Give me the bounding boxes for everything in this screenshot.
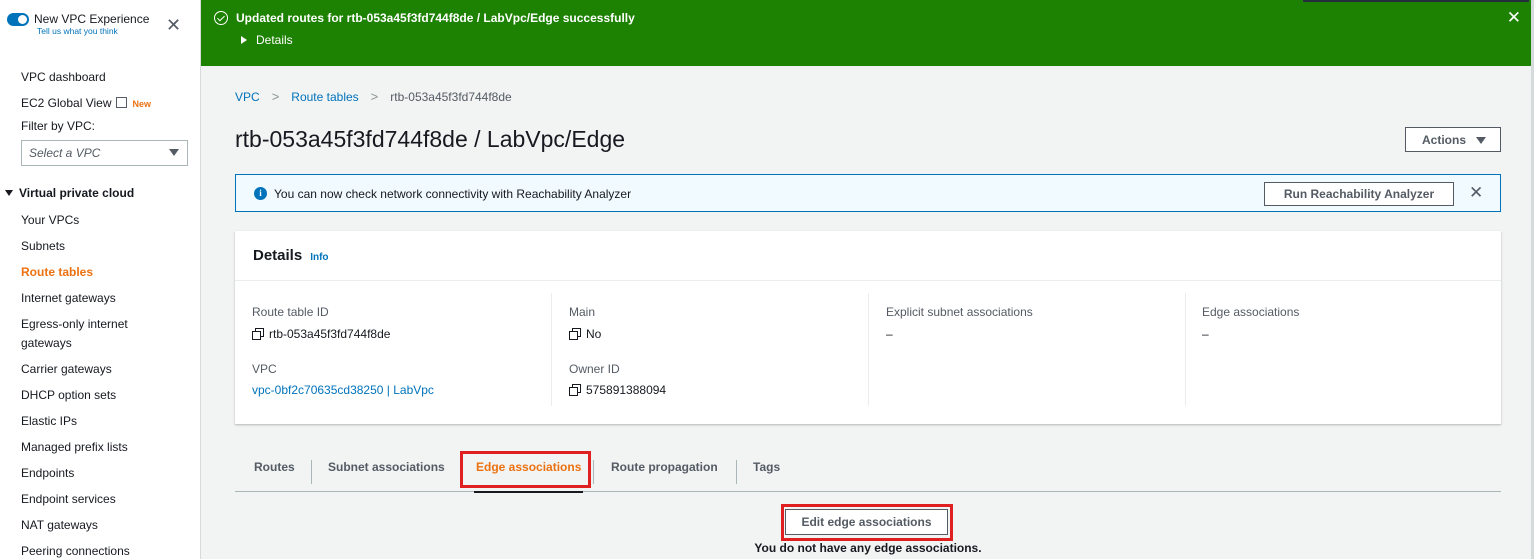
- explicit-subnet-associations-value: –: [886, 327, 893, 341]
- page-title: rtb-053a45f3fd744f8de / LabVpc/Edge: [235, 126, 626, 152]
- caret-down-icon: [5, 190, 13, 196]
- explicit-subnet-associations-label: Explicit subnet associations: [886, 305, 1033, 319]
- vpc-filter-select[interactable]: Select a VPC: [21, 140, 188, 166]
- sidebar-item-subnets[interactable]: Subnets: [21, 239, 65, 254]
- details-column-3: Explicit subnet associations –: [868, 293, 1185, 406]
- sidebar-item-route-tables[interactable]: Route tables: [21, 265, 93, 280]
- details-title: Details: [253, 247, 303, 264]
- info-icon: i: [254, 187, 267, 200]
- toggle-switch[interactable]: [7, 13, 29, 26]
- tab-route-propagation[interactable]: Route propagation: [611, 452, 718, 492]
- actions-button[interactable]: Actions: [1405, 127, 1501, 152]
- vpc-label: VPC: [252, 362, 277, 376]
- vpc-link[interactable]: vpc-0bf2c70635cd38250 | LabVpc: [252, 383, 434, 397]
- sidebar-item-endpoint-services[interactable]: Endpoint services: [21, 492, 116, 507]
- caret-down-icon: [1476, 137, 1486, 144]
- copy-icon[interactable]: [252, 328, 264, 340]
- breadcrumb: VPC > Route tables > rtb-053a45f3fd744f8…: [235, 89, 512, 104]
- caret-right-icon: [241, 36, 247, 44]
- success-flash-banner: Updated routes for rtb-053a45f3fd744f8de…: [201, 0, 1531, 66]
- route-table-id-value: rtb-053a45f3fd744f8de: [252, 327, 390, 341]
- route-table-id-text: rtb-053a45f3fd744f8de: [269, 327, 391, 341]
- reachability-info-alert: i You can now check network connectivity…: [235, 174, 1501, 212]
- sidebar-item-internet-gateways[interactable]: Internet gateways: [21, 291, 116, 306]
- section-title: Virtual private cloud: [19, 186, 135, 200]
- copy-icon[interactable]: [569, 328, 581, 340]
- sidebar-item-vpc-dashboard[interactable]: VPC dashboard: [21, 70, 106, 85]
- chevron-right-icon: >: [370, 89, 379, 104]
- actions-label: Actions: [1422, 133, 1467, 147]
- sidebar-item-carrier-gateways[interactable]: Carrier gateways: [21, 362, 112, 377]
- edge-associations-value: –: [1202, 327, 1209, 341]
- sidebar-item-managed-prefix-lists[interactable]: Managed prefix lists: [21, 440, 128, 455]
- section-virtual-private-cloud[interactable]: Virtual private cloud: [5, 186, 134, 200]
- filter-label: Filter by VPC:: [21, 119, 96, 133]
- new-badge: New: [132, 99, 152, 109]
- owner-id-value: 575891388094: [569, 383, 666, 397]
- sidebar-item-ec2-global-view[interactable]: EC2 Global View New: [21, 96, 151, 112]
- tab-divider: [311, 460, 312, 484]
- sidebar-item-nat-gateways[interactable]: NAT gateways: [21, 518, 98, 533]
- details-column-1: Route table ID rtb-053a45f3fd744f8de VPC…: [252, 293, 552, 406]
- breadcrumb-vpc[interactable]: VPC: [235, 90, 260, 104]
- route-table-id-label: Route table ID: [252, 305, 329, 319]
- close-icon[interactable]: ✕: [1469, 183, 1483, 203]
- tab-divider: [593, 460, 594, 484]
- chevron-right-icon: >: [271, 89, 280, 104]
- owner-id-label: Owner ID: [569, 362, 620, 376]
- tab-divider: [736, 460, 737, 484]
- main-value: No: [569, 327, 601, 341]
- close-icon[interactable]: ✕: [1507, 8, 1521, 28]
- sidebar-item-elastic-ips[interactable]: Elastic IPs: [21, 414, 77, 429]
- tab-bar: Routes Subnet associations Edge associat…: [235, 452, 1501, 493]
- active-tab-underline: [474, 491, 584, 493]
- breadcrumb-current: rtb-053a45f3fd744f8de: [390, 89, 512, 104]
- copy-icon[interactable]: [569, 384, 581, 396]
- sidebar-item-your-vpcs[interactable]: Your VPCs: [21, 213, 79, 228]
- main-value-text: No: [586, 327, 602, 341]
- sidebar-item-egress-only-internet-gateways[interactable]: Egress-only internet: [21, 317, 128, 332]
- tab-routes[interactable]: Routes: [254, 452, 295, 492]
- close-icon[interactable]: ✕: [166, 16, 181, 34]
- info-alert-text: You can now check network connectivity w…: [274, 187, 632, 201]
- sidebar: New VPC Experience Tell us what you thin…: [0, 0, 201, 559]
- edge-associations-label: Edge associations: [1202, 305, 1300, 319]
- check-circle-icon: [214, 11, 228, 25]
- external-link-icon: [115, 97, 127, 108]
- sidebar-item-dhcp-option-sets[interactable]: DHCP option sets: [21, 388, 116, 403]
- flash-details-label: Details: [256, 33, 293, 47]
- tab-subnet-associations[interactable]: Subnet associations: [328, 452, 445, 492]
- flash-message: Updated routes for rtb-053a45f3fd744f8de…: [236, 11, 635, 25]
- main-label: Main: [569, 305, 596, 319]
- highlight-box-edge-tab: [460, 451, 591, 488]
- caret-down-icon: [169, 149, 179, 156]
- owner-id-text: 575891388094: [586, 383, 667, 397]
- details-column-4: Edge associations –: [1185, 293, 1485, 406]
- sidebar-item-egress-only-internet-gateways-line2[interactable]: gateways: [21, 336, 72, 351]
- new-vpc-experience-toggle[interactable]: New VPC Experience Tell us what you thin…: [7, 12, 149, 37]
- details-header: Details Info: [235, 231, 1501, 281]
- details-column-2: Main No Owner ID 575891388094: [551, 293, 868, 406]
- sidebar-item-endpoints[interactable]: Endpoints: [21, 466, 74, 481]
- flash-details-toggle[interactable]: Details: [241, 33, 293, 47]
- sidebar-item-label: EC2 Global View: [21, 96, 112, 110]
- sidebar-item-peering-connections[interactable]: Peering connections: [21, 544, 130, 559]
- info-link[interactable]: Info: [310, 252, 328, 263]
- empty-state-message: You do not have any edge associations.: [754, 541, 982, 555]
- toggle-title: New VPC Experience: [34, 12, 150, 26]
- flash-top-line: [1303, 0, 1529, 2]
- vpc-filter-placeholder: Select a VPC: [29, 146, 101, 160]
- feedback-link[interactable]: Tell us what you think: [37, 26, 149, 37]
- breadcrumb-route-tables[interactable]: Route tables: [291, 90, 358, 104]
- highlight-box-edit-button: [781, 504, 953, 541]
- run-reachability-analyzer-button[interactable]: Run Reachability Analyzer: [1264, 182, 1454, 206]
- details-panel: Details Info Route table ID rtb-053a45f3f…: [235, 231, 1501, 424]
- tab-tags[interactable]: Tags: [753, 452, 780, 492]
